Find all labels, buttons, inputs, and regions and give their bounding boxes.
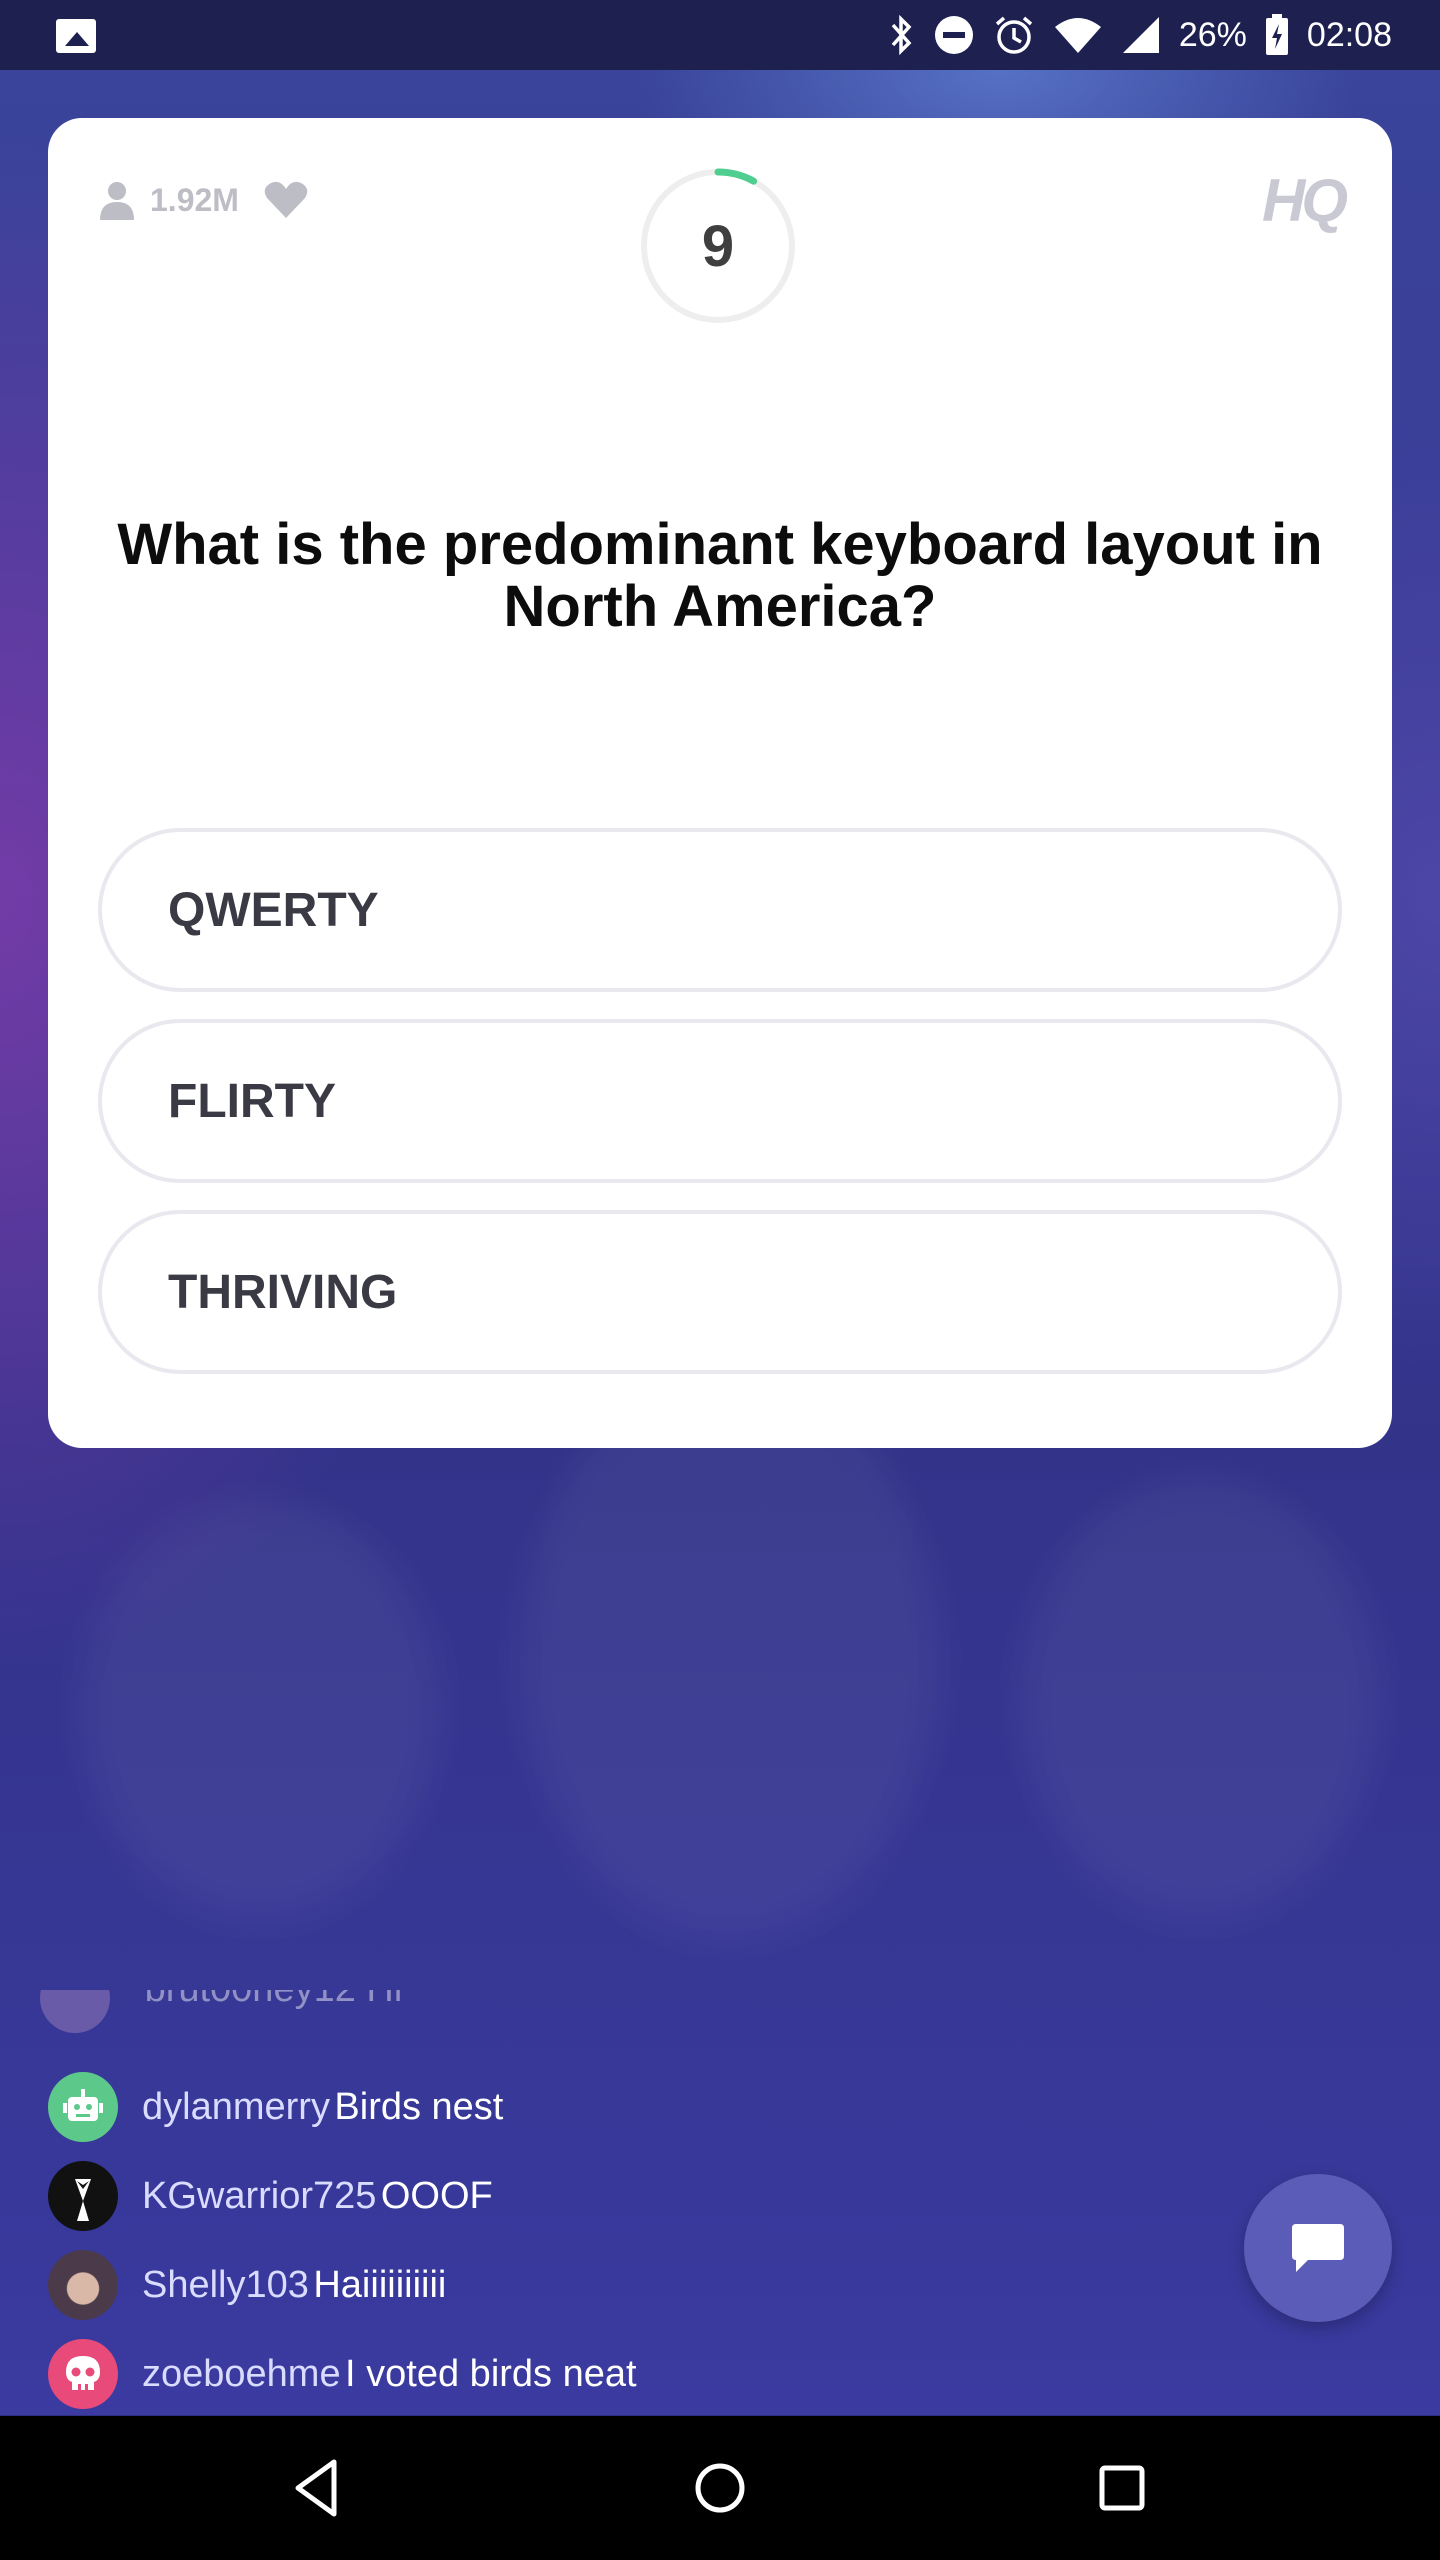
- chat-username: KGwarrior725: [142, 2174, 377, 2217]
- background-figure-right: [1020, 1480, 1380, 1920]
- skull-avatar: [48, 2339, 118, 2409]
- home-icon[interactable]: [686, 2454, 754, 2522]
- navigation-bar: [0, 2416, 1440, 2560]
- battery-charging-icon: [1265, 14, 1288, 55]
- viewer-count-group: 1.92M: [98, 180, 309, 220]
- background-figure: [520, 1380, 940, 1940]
- chat-bubble-icon: [1292, 2224, 1344, 2272]
- recents-icon[interactable]: [1088, 2454, 1156, 2522]
- answer-option-3[interactable]: THRIVING: [98, 1210, 1342, 1374]
- back-icon[interactable]: [284, 2454, 352, 2522]
- tuxedo-icon: [75, 2179, 91, 2221]
- chat-message: zoeboehme I voted birds neat: [48, 2339, 637, 2409]
- chat-username: Shelly103: [142, 2263, 309, 2306]
- chat-text: Haiiiiiiiiii: [313, 2263, 447, 2306]
- chat-message: KGwarrior725 OOOF: [48, 2161, 493, 2231]
- background-figure-left: [80, 1500, 440, 1920]
- photo-avatar: [48, 2250, 118, 2320]
- chat-text: Birds nest: [334, 2085, 504, 2128]
- chat-message-faded: brut00ney12 Hi: [40, 1990, 402, 2038]
- tuxedo-avatar: [48, 2161, 118, 2231]
- chat-username: dylanmerry: [142, 2085, 330, 2128]
- alarm-icon: [995, 16, 1032, 54]
- chat-button[interactable]: [1244, 2174, 1392, 2322]
- status-bar: 26% 02:08: [0, 0, 1440, 70]
- viewer-count: 1.92M: [150, 181, 239, 218]
- avatar: [40, 1990, 110, 2033]
- chat-username: zoeboehme: [142, 2352, 341, 2395]
- hq-logo: HQ: [1262, 167, 1348, 234]
- chat-text: I voted birds neat: [345, 2352, 637, 2395]
- question-text: What is the predominant keyboard layout …: [117, 512, 1323, 639]
- clock: 02:08: [1306, 15, 1392, 54]
- skull-icon: [66, 2356, 100, 2390]
- robot-icon: [63, 2089, 103, 2121]
- person-icon: [100, 182, 134, 220]
- bluetooth-icon: [891, 15, 912, 55]
- do-not-disturb-icon: [934, 16, 973, 54]
- gallery-icon: [56, 19, 96, 53]
- battery-percentage: 26%: [1178, 15, 1247, 54]
- answer-option-2[interactable]: FLIRTY: [98, 1019, 1342, 1183]
- wifi-icon: [1054, 18, 1101, 53]
- robot-avatar: [48, 2072, 118, 2142]
- chat-message: dylanmerry Birds nest: [48, 2072, 503, 2142]
- countdown-timer: 9: [638, 166, 798, 326]
- chat-message: Shelly103 Haiiiiiiiiii: [48, 2250, 446, 2320]
- signal-icon: [1122, 17, 1159, 53]
- chat-text: OOOF: [380, 2174, 493, 2217]
- answer-option-1[interactable]: QWERTY: [98, 828, 1342, 992]
- timer-number: 9: [701, 213, 735, 279]
- question-card: 1.92M 9 HQ What is the predominant keybo…: [48, 118, 1392, 1448]
- heart-icon[interactable]: [263, 180, 309, 220]
